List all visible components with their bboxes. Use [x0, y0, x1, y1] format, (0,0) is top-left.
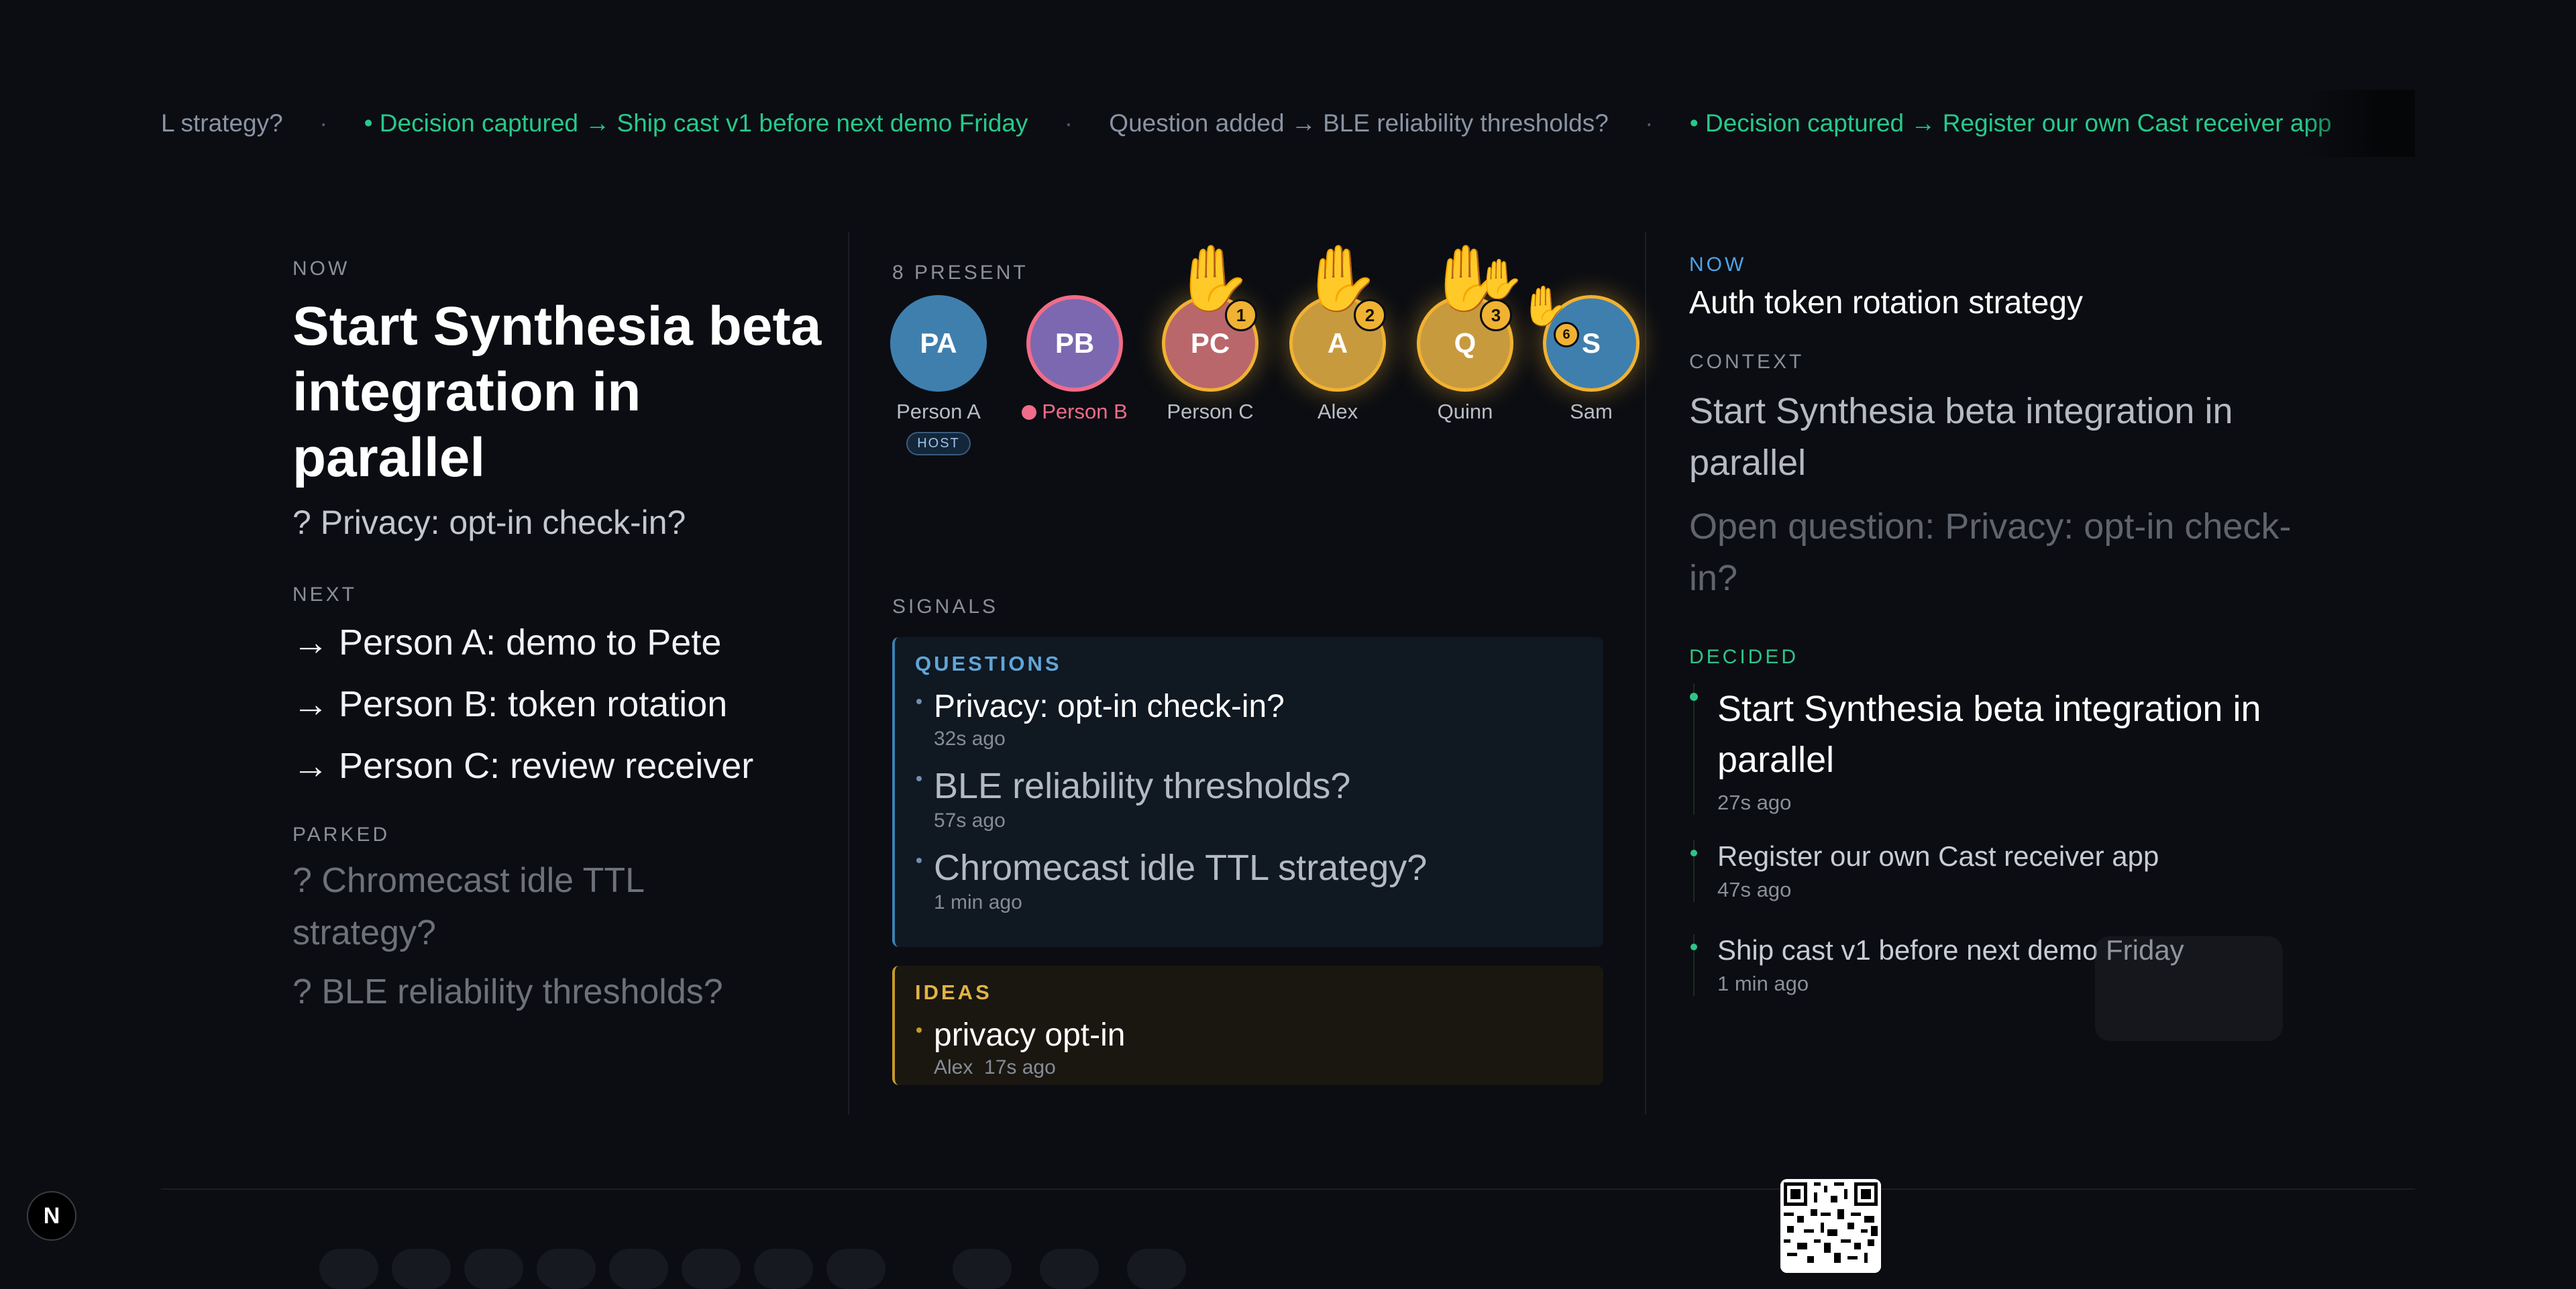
dev-badge[interactable]: N [27, 1191, 76, 1241]
question-item[interactable]: Chromecast idle TTL strategy? 1 min ago [915, 847, 1583, 914]
column-divider [1645, 232, 1646, 1115]
ticker-item: • Decision captured → Register our own C… [1689, 109, 2332, 137]
question-time: 57s ago [934, 809, 1006, 832]
host-badge: HOST [906, 432, 971, 455]
now-label: NOW [292, 258, 350, 280]
question-time: 32s ago [934, 728, 1006, 750]
reaction-button[interactable] [1127, 1249, 1186, 1289]
participant[interactable]: PB Person B [1021, 295, 1128, 424]
ideas-panel: IDEAS privacy opt-in Alex 17s ago [892, 966, 1603, 1085]
idea-time: 17s ago [984, 1056, 1056, 1078]
decisions-column: NOW Auth token rotation strategy CONTEXT… [1689, 254, 2293, 996]
decision-time: 47s ago [1717, 878, 1792, 901]
bullet-icon [916, 776, 922, 781]
reaction-button[interactable] [953, 1249, 1012, 1289]
decision-item[interactable]: Start Synthesia beta integration in para… [1690, 683, 2293, 815]
next-item[interactable]: → Person A: demo to Pete [292, 612, 829, 673]
idea-meta: Alex 17s ago [934, 1056, 1583, 1079]
raised-hand-icon: ✋ [1520, 284, 1569, 328]
hand-queue-number: 2 [1354, 299, 1386, 331]
ideas-title: IDEAS [915, 980, 992, 1004]
toolbar-button[interactable] [826, 1249, 885, 1289]
toolbar-button[interactable] [754, 1249, 813, 1289]
participant-name: Person A [896, 400, 981, 423]
now-label: NOW [1689, 254, 1747, 276]
participant-name: Person C [1167, 400, 1254, 423]
current-discussion: Auth token rotation strategy [1689, 285, 2084, 321]
ticker-item: L strategy? [161, 109, 283, 137]
present-count: 8 PRESENT [892, 262, 1028, 284]
decision-text: Start Synthesia beta integration in para… [1717, 689, 2261, 780]
reaction-button[interactable] [1040, 1249, 1099, 1289]
parked-item[interactable]: ? BLE reliability thresholds? [292, 966, 829, 1018]
parked-label: PARKED [292, 824, 390, 846]
hand-queue-number: 3 [1480, 299, 1512, 331]
bullet-icon [1690, 850, 1697, 856]
participant-name: Person B [1021, 400, 1128, 424]
context-text: Start Synthesia beta integration in para… [1689, 391, 2233, 483]
questions-panel: QUESTIONS Privacy: opt-in check-in? 32s … [892, 637, 1603, 947]
question-text: Privacy: opt-in check-in? [934, 689, 1285, 724]
column-divider [848, 232, 849, 1115]
decision-text: Register our own Cast receiver app [1717, 840, 2159, 872]
footer-divider [161, 1188, 2415, 1190]
bullet-icon [1690, 944, 1697, 950]
question-text: Chromecast idle TTL strategy? [934, 848, 1428, 888]
qr-code-icon [1780, 1179, 1881, 1273]
bullet-icon [916, 699, 922, 704]
toolbar-button[interactable] [319, 1249, 378, 1289]
toolbar-button[interactable] [609, 1249, 668, 1289]
hand-queue-number: 1 [1225, 299, 1257, 331]
avatar: PB [1026, 295, 1123, 392]
bullet-icon [916, 1027, 922, 1033]
current-topic-question: ? Privacy: opt-in check-in? [292, 504, 686, 541]
next-item[interactable]: → Person B: token rotation [292, 673, 829, 735]
participant[interactable]: PA Person A HOST [885, 295, 992, 455]
bullet-icon [1690, 693, 1698, 701]
parked-item[interactable]: ? Chromecast idle TTL strategy? [292, 854, 708, 959]
join-qr-code[interactable] [1780, 1179, 1881, 1273]
ticker-separator: · [319, 109, 328, 137]
raised-hand-icon: ✋ [1476, 258, 1525, 301]
idea-text: privacy opt-in [934, 1017, 1126, 1053]
context-label: CONTEXT [1689, 351, 1805, 373]
participant-name: Sam [1570, 400, 1613, 423]
participant-name: Alex [1317, 400, 1358, 423]
toolbar-button[interactable] [537, 1249, 596, 1289]
toolbar-button[interactable] [682, 1249, 741, 1289]
ticker-item: • Decision captured → Ship cast v1 befor… [364, 109, 1028, 137]
avatar: PA [890, 295, 987, 392]
bullet-icon [916, 858, 922, 863]
question-text: BLE reliability thresholds? [934, 766, 1351, 806]
idea-author: Alex [934, 1056, 973, 1078]
toolbar-button[interactable] [464, 1249, 523, 1289]
next-item[interactable]: → Person C: review receiver [292, 735, 829, 797]
question-item[interactable]: Privacy: opt-in check-in? 32s ago [915, 688, 1583, 750]
decision-time: 27s ago [1717, 791, 1792, 814]
participant-name-text: Person B [1042, 400, 1128, 423]
speaking-indicator-icon [1022, 405, 1037, 420]
next-list: → Person A: demo to Pete → Person B: tok… [292, 612, 829, 797]
current-topic-title: Start Synthesia beta integration in para… [292, 296, 822, 488]
agenda-column: NOW Start Synthesia beta integration in … [292, 258, 829, 1018]
next-label: NEXT [292, 583, 358, 606]
decision-item[interactable]: Register our own Cast receiver app 47s a… [1690, 840, 2293, 902]
ticker-separator: · [1645, 109, 1654, 137]
open-question: Open question: Privacy: opt-in check-in? [1689, 506, 2292, 598]
questions-title: QUESTIONS [915, 652, 1062, 675]
idea-item[interactable]: privacy opt-in Alex 17s ago [915, 1017, 1583, 1079]
ticker-fade [2301, 90, 2415, 157]
question-time: 1 min ago [934, 891, 1022, 913]
ticker-separator: · [1064, 109, 1073, 137]
overlay-card [2095, 936, 2283, 1041]
hand-queue-number: 6 [1554, 322, 1579, 347]
participant-name: Quinn [1437, 400, 1493, 423]
ticker-item: Question added → BLE reliability thresho… [1109, 109, 1609, 137]
toolbar-button[interactable] [392, 1249, 451, 1289]
decided-label: DECIDED [1689, 646, 1799, 668]
signals-label: SIGNALS [892, 596, 999, 618]
question-item[interactable]: BLE reliability thresholds? 57s ago [915, 765, 1583, 832]
activity-ticker: L strategy? · • Decision captured → Ship… [161, 90, 2415, 157]
parked-list: ? Chromecast idle TTL strategy? ? BLE re… [292, 854, 829, 1018]
